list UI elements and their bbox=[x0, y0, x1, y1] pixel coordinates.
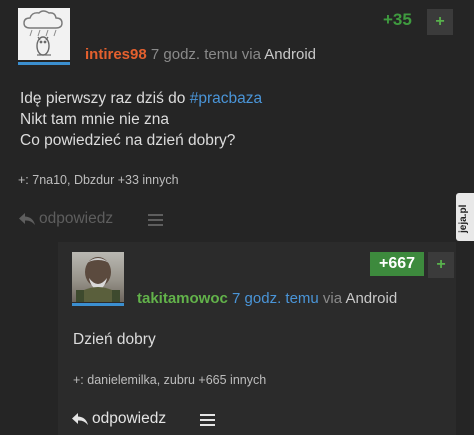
post-body-line: Nikt tam mnie nie zna bbox=[20, 111, 170, 128]
user-photo-icon bbox=[76, 257, 120, 302]
author-name[interactable]: intires98 bbox=[85, 46, 147, 63]
avatar-underline bbox=[18, 62, 70, 65]
upvote-button[interactable]: + bbox=[427, 9, 453, 35]
reply-arrow-icon bbox=[72, 413, 88, 425]
device-name[interactable]: Android bbox=[264, 46, 316, 63]
reply-meta: takitamowoc 7 godz. temu via Android bbox=[137, 290, 397, 307]
reply-button[interactable]: odpowiedz bbox=[71, 410, 166, 428]
voters-list[interactable]: +: danielemilka, zubru +665 innych bbox=[73, 373, 266, 387]
via-label: via bbox=[322, 290, 343, 307]
watermark-label: jeja.pl bbox=[458, 204, 469, 233]
avatar[interactable] bbox=[72, 252, 124, 302]
author-name[interactable]: takitamowoc bbox=[137, 290, 228, 307]
post-time[interactable]: 7 godz. temu bbox=[151, 46, 238, 63]
device-name[interactable]: Android bbox=[345, 290, 397, 307]
reply-label: odpowiedz bbox=[92, 410, 167, 427]
vote-count: +667 bbox=[370, 252, 424, 276]
more-options-button[interactable] bbox=[148, 214, 163, 226]
reply-arrow-icon bbox=[19, 213, 35, 225]
post-body: Idę pierwszy raz dziś do #pracbaza Nikt … bbox=[20, 88, 262, 151]
more-options-button[interactable] bbox=[200, 414, 215, 426]
post-body-line: Co powiedzieć na dzień dobry? bbox=[20, 132, 236, 149]
vote-count: +35 bbox=[383, 10, 412, 29]
watermark-tab: jeja.pl bbox=[456, 193, 474, 241]
voters-list[interactable]: +: 7na10, Dbzdur +33 innych bbox=[18, 173, 179, 187]
post-text: Idę pierwszy raz dziś do bbox=[20, 90, 190, 107]
avatar[interactable] bbox=[18, 8, 70, 60]
cloud-owl-avatar-icon bbox=[23, 10, 63, 56]
post-time[interactable]: 7 godz. temu bbox=[232, 290, 319, 307]
via-label: via bbox=[241, 46, 261, 63]
upvote-button[interactable]: + bbox=[428, 252, 454, 278]
hamburger-menu-icon bbox=[148, 214, 163, 226]
reply-body: Dzień dobry bbox=[73, 331, 156, 348]
reply-label: odpowiedz bbox=[39, 210, 114, 227]
hashtag-link[interactable]: #pracbaza bbox=[190, 90, 262, 107]
avatar-underline bbox=[72, 303, 124, 306]
hamburger-menu-icon bbox=[200, 414, 215, 426]
post-meta: intires98 7 godz. temu via Android bbox=[85, 46, 316, 63]
post-body-line: Idę pierwszy raz dziś do #pracbaza bbox=[20, 88, 262, 109]
reply-button[interactable]: odpowiedz bbox=[18, 210, 113, 228]
